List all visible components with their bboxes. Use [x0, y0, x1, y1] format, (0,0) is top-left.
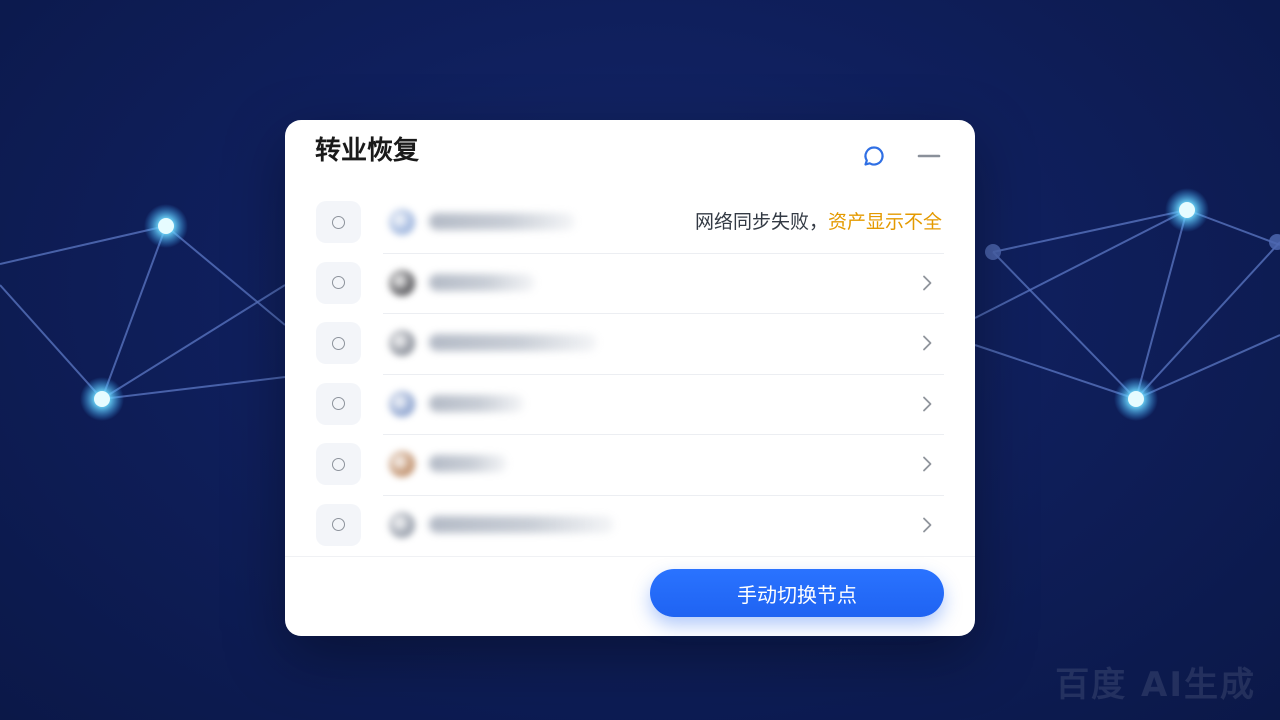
watermark: 百度 AI生成	[1055, 665, 1256, 705]
blurred-account-name	[429, 273, 535, 291]
status-warning: 资产显示不全	[827, 211, 942, 233]
chat-bubble-icon[interactable]	[861, 143, 887, 169]
chevron-right-icon[interactable]	[918, 274, 936, 292]
chevron-right-icon[interactable]	[918, 516, 936, 534]
avatar	[389, 511, 415, 538]
dialog-title: 转业恢复	[315, 136, 420, 166]
avatar	[389, 209, 415, 235]
chevron-right-icon[interactable]	[918, 395, 936, 413]
list-item[interactable]	[285, 374, 975, 436]
switch-node-button[interactable]: 手动切换节点	[650, 569, 944, 617]
chevron-right-icon[interactable]	[918, 455, 936, 473]
list-item[interactable]	[285, 253, 975, 315]
blurred-account-name	[429, 455, 507, 473]
sync-status: 网络同步失败，资产显示不全	[695, 210, 942, 234]
blurred-account-name	[429, 334, 597, 352]
avatar	[389, 451, 415, 478]
list-item[interactable]	[285, 495, 975, 556]
list-item[interactable]: 网络同步失败，资产显示不全	[285, 192, 975, 254]
avatar	[389, 390, 415, 417]
list-item[interactable]	[285, 434, 975, 496]
blurred-account-name	[429, 394, 524, 412]
blurred-account-name	[429, 213, 575, 230]
radio-button[interactable]	[316, 382, 361, 425]
list-item[interactable]	[285, 313, 975, 375]
avatar	[389, 269, 415, 296]
minimize-icon[interactable]	[916, 143, 942, 169]
chevron-right-icon[interactable]	[918, 334, 936, 352]
blurred-account-name	[429, 515, 614, 533]
status-message: 网络同步失败，	[694, 211, 828, 233]
radio-button[interactable]	[316, 201, 361, 243]
avatar	[389, 330, 415, 357]
account-list: 网络同步失败，资产显示不全	[285, 192, 975, 556]
radio-button[interactable]	[316, 443, 361, 486]
radio-button[interactable]	[316, 322, 361, 365]
radio-button[interactable]	[316, 503, 361, 546]
radio-button[interactable]	[316, 261, 361, 304]
footer-divider	[285, 556, 975, 557]
